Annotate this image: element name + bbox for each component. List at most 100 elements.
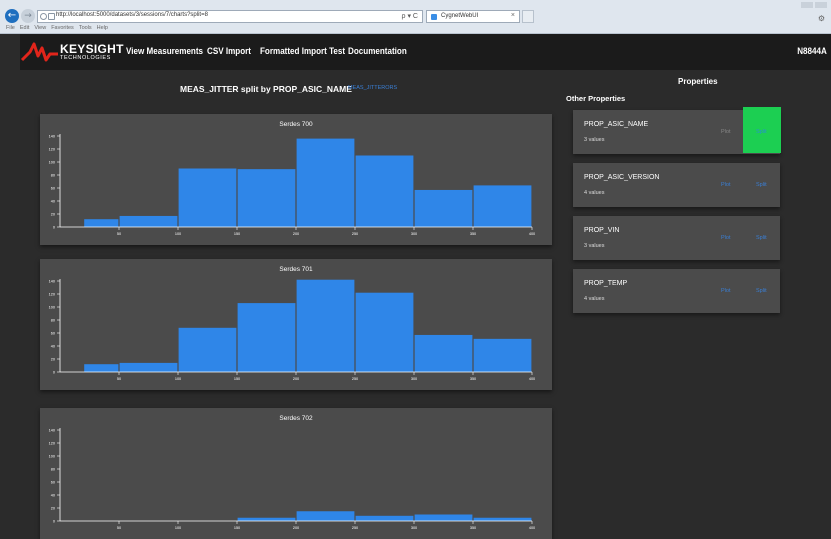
plot-button[interactable]: Plot xyxy=(721,182,730,188)
histogram-bar xyxy=(296,279,355,372)
tab-favicon-icon xyxy=(431,14,437,20)
x-tick-label: 100 xyxy=(175,232,181,236)
y-tick-label: 140 xyxy=(49,280,55,284)
x-tick-label: 250 xyxy=(352,377,358,381)
histogram-bar xyxy=(237,169,296,227)
property-card-prop-asic-version: PROP_ASIC_VERSION 4 values Plot Split xyxy=(573,163,780,207)
menu-item-tools[interactable]: Tools xyxy=(79,25,92,31)
y-tick-label: 0 xyxy=(53,226,55,230)
property-name: PROP_ASIC_VERSION xyxy=(584,174,660,181)
back-arrow-icon[interactable]: ← xyxy=(5,9,19,23)
property-count: 3 values xyxy=(584,243,605,249)
histogram-bar xyxy=(296,138,355,227)
y-tick-label: 0 xyxy=(53,371,55,375)
histogram-bar xyxy=(119,362,178,372)
x-tick-label: 400 xyxy=(529,526,535,530)
nav-view-measurements[interactable]: View Measurements xyxy=(126,46,203,57)
menu-item-view[interactable]: View xyxy=(34,25,46,31)
app-navbar: KEYSIGHT TECHNOLOGIES View Measurements … xyxy=(20,34,831,70)
y-tick-label: 80 xyxy=(51,468,55,472)
y-tick-label: 40 xyxy=(51,200,55,204)
y-tick-label: 40 xyxy=(51,345,55,349)
menu-item-help[interactable]: Help xyxy=(97,25,108,31)
url-controls[interactable]: ρ ▾ C xyxy=(402,11,418,22)
nav-csv-import[interactable]: CSV Import xyxy=(207,46,251,57)
y-tick-label: 0 xyxy=(53,520,55,524)
minimize-icon[interactable] xyxy=(801,2,813,8)
y-tick-label: 120 xyxy=(49,442,55,446)
y-tick-label: 60 xyxy=(51,332,55,336)
property-card-prop-vin: PROP_VIN 3 values Plot Split xyxy=(573,216,780,260)
histogram-bar xyxy=(178,327,237,372)
tab-title: CygnetWebUI xyxy=(441,13,479,19)
model-number: N8844A xyxy=(797,46,827,57)
forward-arrow-icon[interactable]: → xyxy=(21,9,35,23)
x-tick-label: 150 xyxy=(234,526,240,530)
split-button[interactable]: Split xyxy=(756,182,767,188)
other-properties-heading: Other Properties xyxy=(566,94,626,103)
nav-formatted-import-test[interactable]: Formatted Import Test xyxy=(260,46,345,57)
y-tick-label: 20 xyxy=(51,213,55,217)
y-tick-label: 120 xyxy=(49,148,55,152)
histogram-card-serdes-700: Serdes 700 0 20 40 60 80 100 120 140 50 100 150 200 2… xyxy=(40,114,552,245)
address-bar[interactable]: http://localhost:5000/datasets/3/session… xyxy=(37,10,423,23)
menu-item-edit[interactable]: Edit xyxy=(20,25,29,31)
histogram-bar xyxy=(237,517,296,521)
browser-tab[interactable]: CygnetWebUI × xyxy=(426,10,520,23)
x-tick-label: 350 xyxy=(470,232,476,236)
y-tick-label: 140 xyxy=(49,429,55,433)
settings-gear-icon[interactable]: ⚙ xyxy=(818,14,825,23)
measurement-link[interactable]: MEAS_JITTERORS xyxy=(348,85,397,91)
histogram-bar xyxy=(237,303,296,372)
y-tick-label: 80 xyxy=(51,174,55,178)
histogram-bar xyxy=(414,189,473,227)
property-name: PROP_VIN xyxy=(584,227,620,234)
browser-chrome: ← → http://localhost:5000/datasets/3/ses… xyxy=(0,0,831,34)
new-tab-button[interactable] xyxy=(522,10,534,23)
maximize-icon[interactable] xyxy=(815,2,827,8)
x-tick-label: 200 xyxy=(293,232,299,236)
nav-documentation[interactable]: Documentation xyxy=(348,46,407,57)
split-button[interactable]: Split xyxy=(756,235,767,241)
x-tick-label: 250 xyxy=(352,526,358,530)
x-tick-label: 350 xyxy=(470,377,476,381)
properties-heading: Properties xyxy=(678,77,718,86)
y-tick-label: 100 xyxy=(49,161,55,165)
keysight-logo[interactable]: KEYSIGHT TECHNOLOGIES xyxy=(20,40,125,64)
chart-title: Serdes 701 xyxy=(279,266,313,273)
histogram-bar xyxy=(414,334,473,372)
property-count: 4 values xyxy=(584,296,605,302)
y-tick-label: 60 xyxy=(51,187,55,191)
x-tick-label: 100 xyxy=(175,526,181,530)
y-tick-label: 20 xyxy=(51,358,55,362)
browser-menu-bar: File Edit View Favorites Tools Help xyxy=(6,25,113,31)
x-tick-label: 150 xyxy=(234,232,240,236)
property-name: PROP_ASIC_NAME xyxy=(584,121,649,128)
x-tick-label: 300 xyxy=(411,232,417,236)
y-tick-label: 120 xyxy=(49,293,55,297)
histogram-bar xyxy=(296,511,355,521)
histogram-card-serdes-701: Serdes 701 0 20 40 60 80 100 120 140 50 100 150 200 2… xyxy=(40,259,552,390)
property-card-prop-temp: PROP_TEMP 4 values Plot Split xyxy=(573,269,780,313)
x-tick-label: 50 xyxy=(117,526,121,530)
plot-button[interactable]: Plot xyxy=(721,129,730,135)
x-tick-label: 100 xyxy=(175,377,181,381)
x-tick-label: 350 xyxy=(470,526,476,530)
page-title: MEAS_JITTER split by PROP_ASIC_NAME xyxy=(180,84,352,94)
url-text[interactable]: http://localhost:5000/datasets/3/session… xyxy=(56,12,208,18)
histogram-bar xyxy=(84,219,119,227)
histogram-bar xyxy=(355,292,414,372)
histogram-chart-serdes-702: Serdes 702 0 20 40 60 80 100 120 140 50 100 150 200 2… xyxy=(49,415,536,530)
chart-title: Serdes 700 xyxy=(279,121,313,128)
y-tick-label: 40 xyxy=(51,494,55,498)
plot-button[interactable]: Plot xyxy=(721,235,730,241)
tab-close-icon[interactable]: × xyxy=(511,12,515,19)
x-tick-label: 400 xyxy=(529,377,535,381)
menu-item-file[interactable]: File xyxy=(6,25,15,31)
y-tick-label: 100 xyxy=(49,306,55,310)
menu-item-favorites[interactable]: Favorites xyxy=(51,25,74,31)
window-controls[interactable] xyxy=(799,2,827,10)
plot-button[interactable]: Plot xyxy=(721,288,730,294)
split-button[interactable]: Split xyxy=(756,288,767,294)
split-button[interactable]: Split xyxy=(756,129,767,135)
